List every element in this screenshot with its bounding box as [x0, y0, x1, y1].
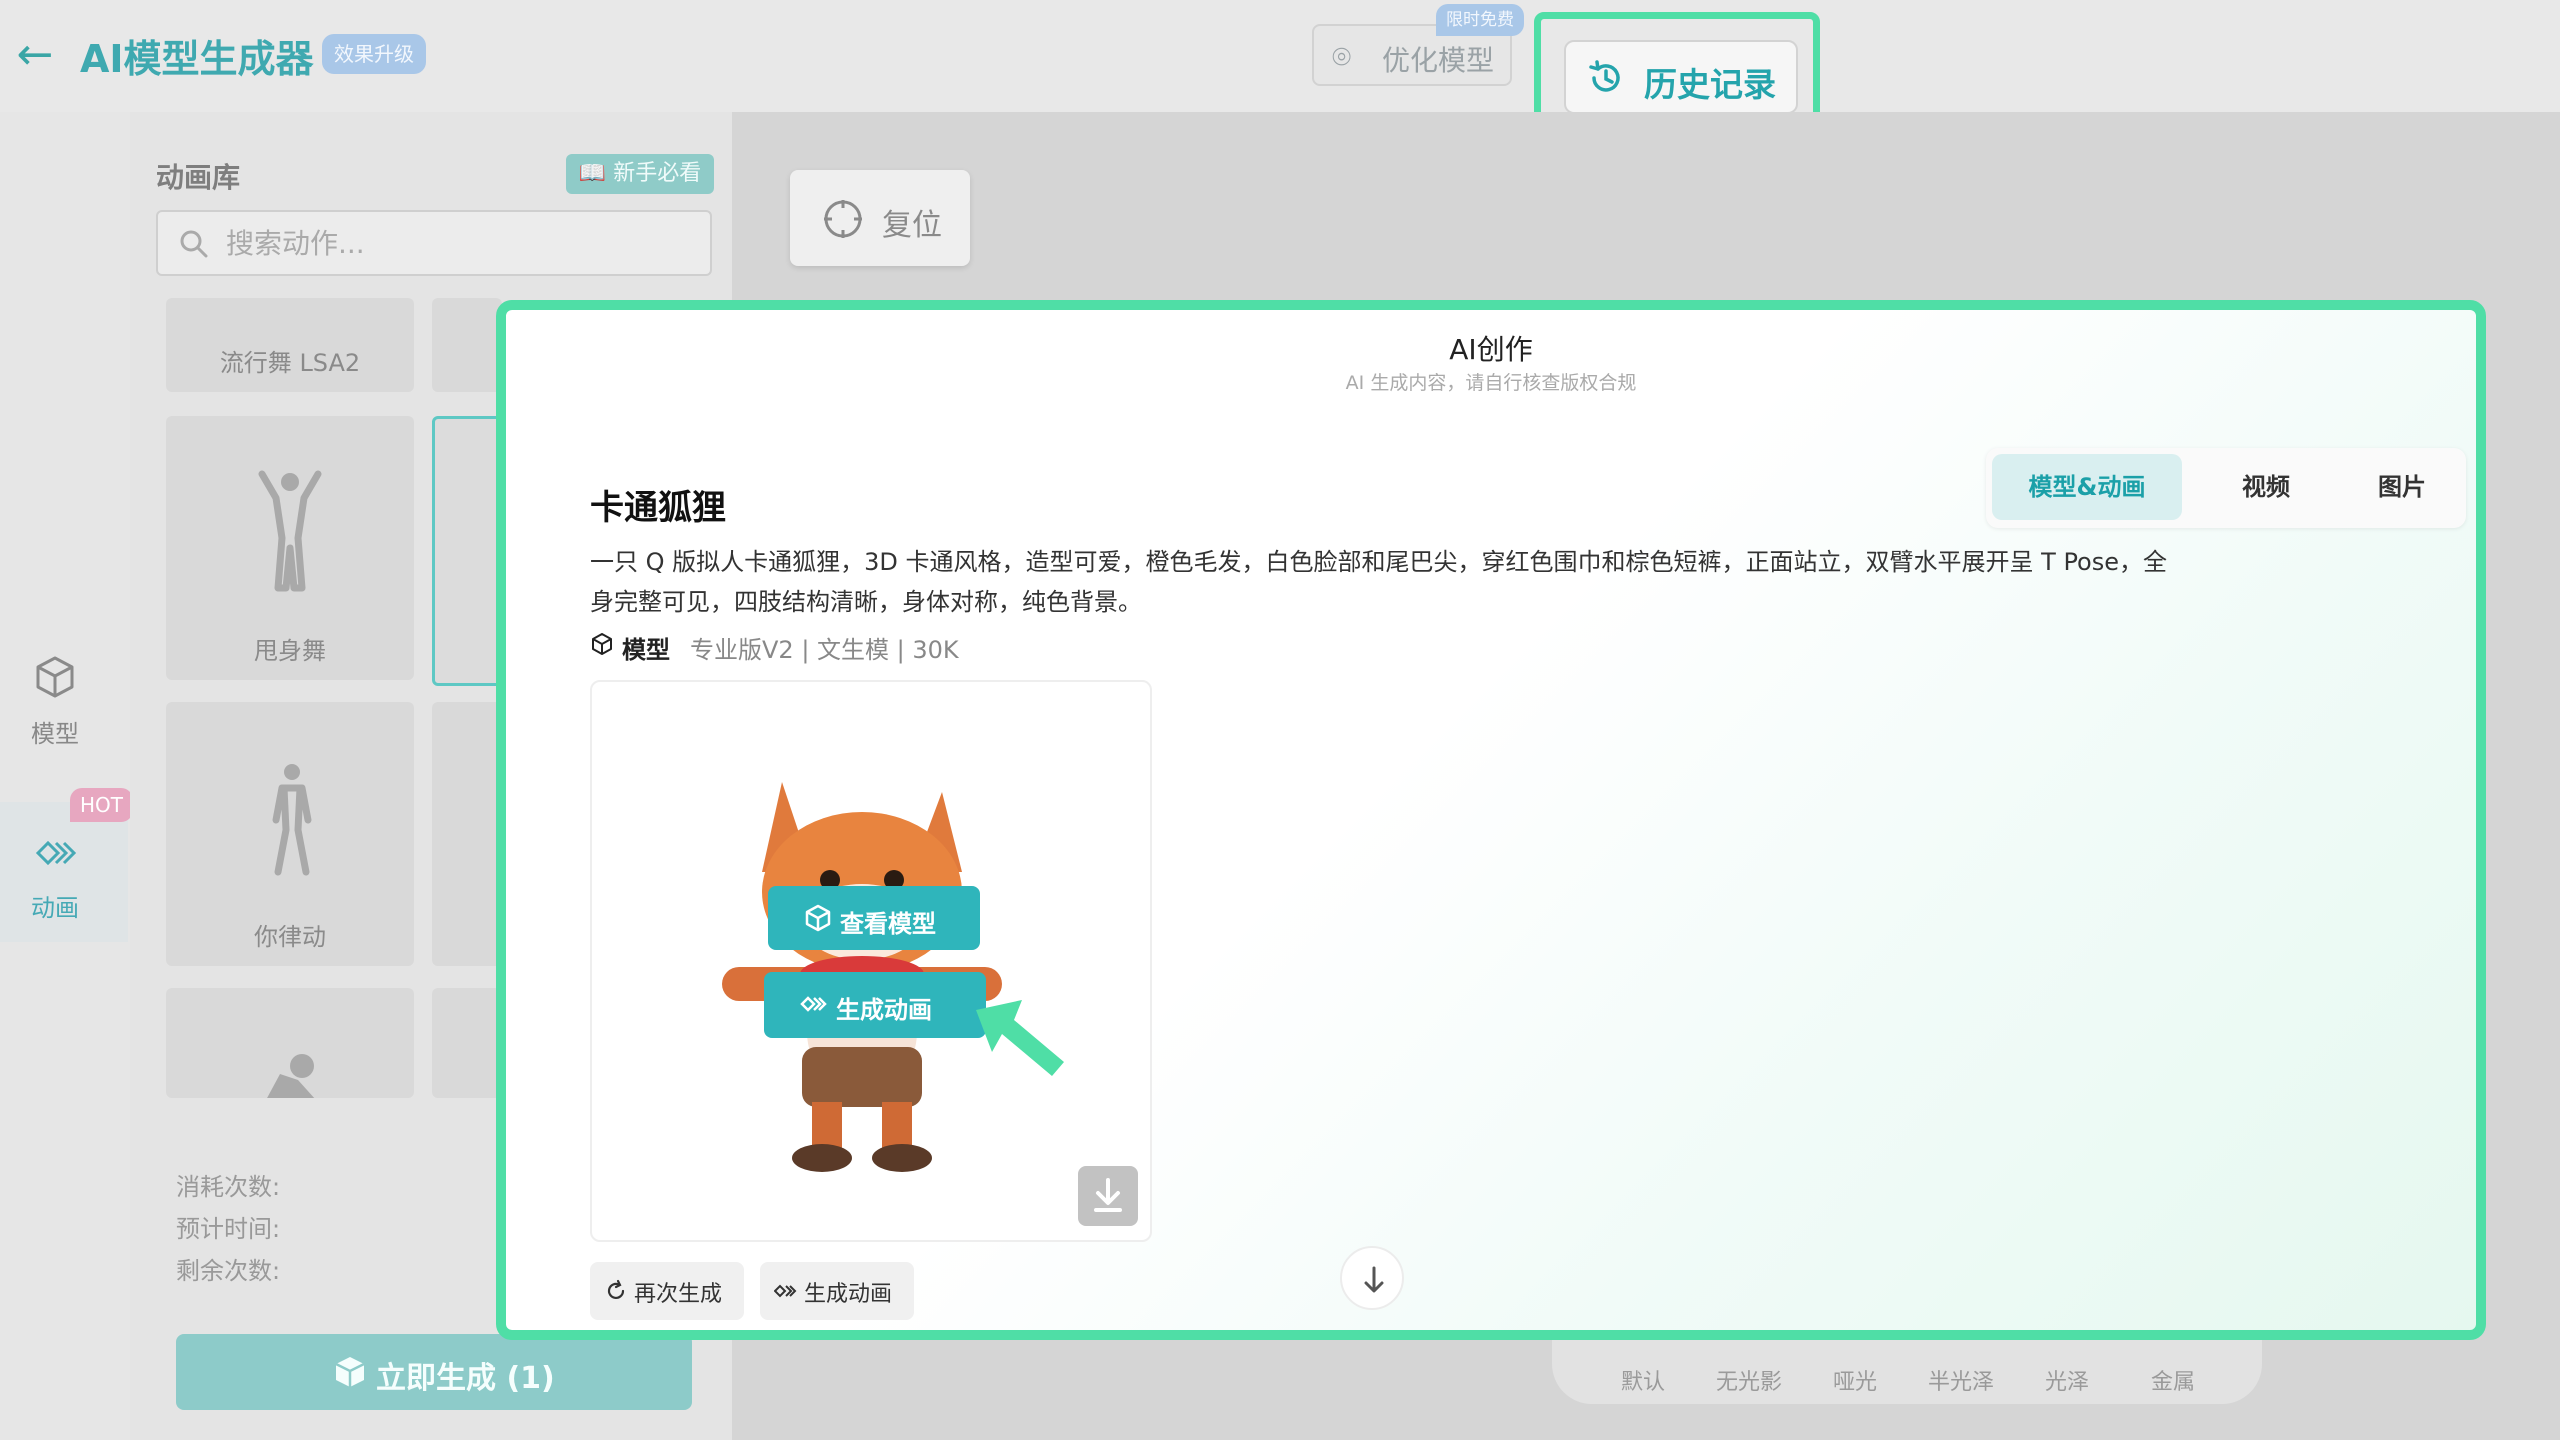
generate-animation-button[interactable]: 生成动画 — [764, 972, 986, 1038]
time-label: 预计时间: — [176, 1215, 281, 1243]
beginner-guide-button[interactable]: 📖 新手必看 — [566, 154, 714, 194]
content-type-tabs: 模型&动画 视频 图片 — [1986, 448, 2466, 528]
animation-card[interactable]: 甩身舞 — [166, 416, 414, 680]
modal-subtitle: AI 生成内容，请自行核查版权合规 — [1345, 372, 1637, 394]
tab-image[interactable]: 图片 — [2342, 454, 2462, 520]
generate-animation-secondary-button[interactable]: 生成动画 — [760, 1262, 914, 1320]
download-icon — [1094, 1178, 1122, 1212]
optimize-model-label: 优化模型 — [1382, 44, 1495, 77]
hot-badge: HOT — [70, 788, 133, 822]
library-title: 动画库 — [156, 161, 241, 194]
cube-icon — [805, 904, 831, 932]
animation-card[interactable] — [432, 298, 502, 392]
cube-icon — [36, 656, 74, 698]
remaining-label: 剩余次数: — [176, 1257, 281, 1285]
download-button[interactable] — [1078, 1166, 1138, 1226]
nav-item-animation[interactable]: 动画 — [0, 802, 128, 942]
search-input[interactable] — [224, 216, 684, 270]
mannequin-figure-icon — [267, 1054, 315, 1098]
tab-video[interactable]: 视频 — [2206, 454, 2326, 520]
mannequin-figure-icon — [272, 764, 312, 876]
meta-details: 专业版V2 | 文生模 | 30K — [690, 636, 959, 664]
material-option[interactable]: 金属 — [2128, 1364, 2218, 1396]
animation-card[interactable]: 流行舞 LSA2 — [166, 298, 414, 392]
animation-icon — [800, 996, 827, 1012]
generate-now-button[interactable]: 立即生成 (1) — [176, 1334, 692, 1410]
beginner-guide-label: 新手必看 — [613, 161, 702, 186]
animation-card-label: 你律动 — [254, 923, 326, 951]
scroll-down-button[interactable] — [1340, 1246, 1404, 1310]
item-description: 一只 Q 版拟人卡通狐狸，3D 卡通风格，造型可爱，橙色毛发，白色脸部和尾巴尖，… — [590, 548, 2168, 616]
cube-icon — [335, 1357, 365, 1387]
history-icon — [1589, 60, 1620, 92]
refresh-icon — [607, 1279, 625, 1300]
cost-label: 消耗次数: — [176, 1173, 281, 1201]
view-model-button[interactable]: 查看模型 — [768, 886, 980, 950]
meta-type: 模型 — [622, 636, 670, 664]
search-icon — [180, 230, 208, 258]
left-rail — [0, 112, 130, 1440]
arrow-down-icon — [1364, 1266, 1384, 1293]
upgrade-badge: 效果升级 — [322, 34, 426, 74]
model-preview-card[interactable]: 查看模型 生成动画 — [590, 680, 1152, 1242]
item-title: 卡通狐狸 — [590, 488, 726, 528]
history-label: 历史记录 — [1644, 65, 1776, 104]
material-option[interactable]: 光泽 — [2022, 1364, 2112, 1396]
cube-icon — [592, 633, 612, 655]
book-icon: 📖 — [578, 161, 607, 186]
animation-card-label: 流行舞 LSA2 — [219, 349, 361, 377]
generate-animation-label: 生成动画 — [836, 996, 932, 1024]
nav-item-model[interactable]: 模型 — [0, 650, 110, 760]
history-button[interactable]: 历史记录 — [1564, 40, 1798, 114]
modal-title: AI创作 — [1449, 333, 1533, 366]
scan-icon: ⌾ — [1332, 38, 1352, 76]
nav-animation-label: 动画 — [31, 894, 79, 922]
nav-model-label: 模型 — [31, 720, 79, 748]
reset-view-label: 复位 — [882, 208, 942, 243]
material-option[interactable]: 无光影 — [1704, 1364, 1794, 1396]
back-arrow-icon[interactable]: ← — [10, 30, 60, 80]
material-option[interactable]: 默认 — [1598, 1364, 1688, 1396]
app-title: AI模型生成器 — [80, 37, 314, 81]
mannequin-figure-icon — [258, 470, 322, 592]
animation-card[interactable] — [432, 988, 502, 1098]
animation-card[interactable] — [166, 988, 414, 1098]
crosshair-icon — [824, 200, 862, 238]
material-option[interactable]: 半光泽 — [1916, 1364, 2006, 1396]
animation-card-label: 甩身舞 — [254, 637, 326, 665]
generate-now-label: 立即生成 (1) — [376, 1361, 555, 1396]
generate-animation-secondary-label: 生成动画 — [804, 1282, 893, 1307]
free-badge: 限时免费 — [1436, 4, 1524, 36]
ai-creation-modal: AI创作 AI 生成内容，请自行核查版权合规 模型&动画 视频 图片 卡通狐狸 … — [496, 300, 2486, 1340]
animation-icon — [774, 1284, 797, 1298]
tab-model-animation[interactable]: 模型&动画 — [1992, 454, 2182, 520]
regenerate-button[interactable]: 再次生成 — [590, 1262, 744, 1320]
view-model-label: 查看模型 — [840, 910, 936, 938]
animation-icon — [35, 840, 77, 866]
animation-card[interactable] — [432, 702, 502, 966]
material-option[interactable]: 哑光 — [1810, 1364, 1900, 1396]
pointer-arrow-icon — [976, 1000, 1064, 1076]
regenerate-label: 再次生成 — [634, 1282, 723, 1307]
generation-info: 消耗次数: 预计时间: 剩余次数: — [176, 1166, 280, 1292]
animation-card[interactable]: 你律动 — [166, 702, 414, 966]
reset-view-button[interactable]: 复位 — [790, 170, 970, 266]
